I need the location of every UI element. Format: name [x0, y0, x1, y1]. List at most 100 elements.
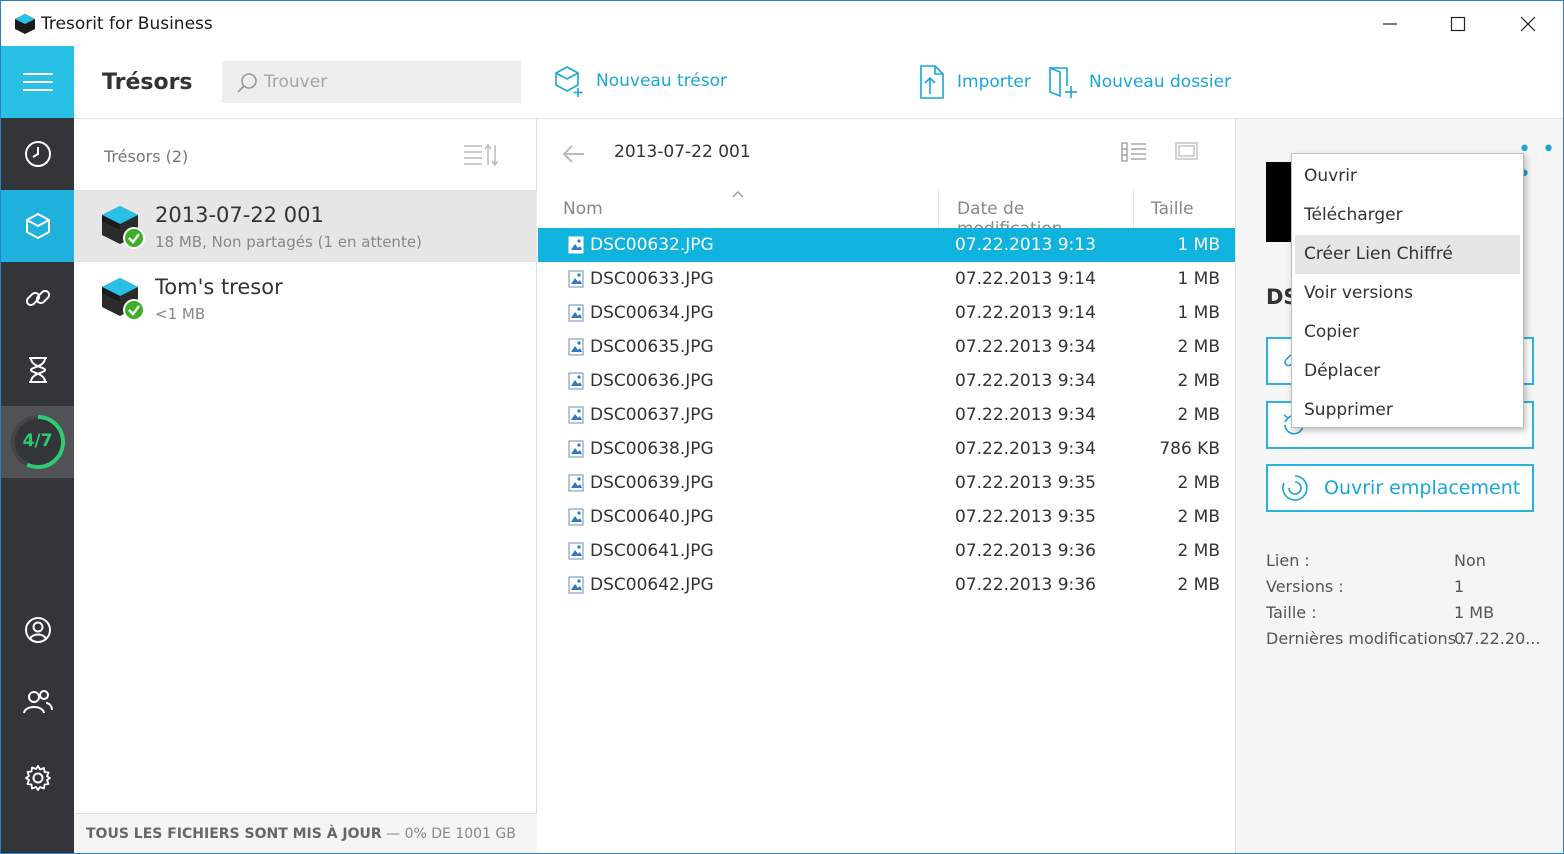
current-path: 2013-07-22 001: [614, 142, 751, 162]
sort-icon[interactable]: [464, 143, 498, 167]
image-file-icon: [568, 542, 584, 560]
file-date: 07.22.2013 9:34: [955, 371, 1096, 391]
sync-progress[interactable]: 4/7: [1, 406, 74, 478]
image-file-icon: [568, 338, 584, 356]
sidebar-item-vaults[interactable]: [1, 190, 74, 262]
meta-key: Lien :: [1266, 551, 1310, 570]
open-location-button[interactable]: Ouvrir emplacement: [1266, 464, 1534, 512]
sidebar-item-links[interactable]: [1, 262, 74, 334]
gear-icon: [24, 765, 51, 791]
vault-name: Tom's tresor: [155, 275, 283, 299]
menu-item-copy[interactable]: Copier: [1295, 313, 1520, 352]
table-row[interactable]: DSC00633.JPG 07.22.2013 9:14 1 MB: [538, 262, 1235, 296]
sidebar-item-users[interactable]: [1, 666, 74, 738]
close-window-button[interactable]: [1493, 1, 1563, 46]
table-row[interactable]: DSC00636.JPG 07.22.2013 9:34 2 MB: [538, 364, 1235, 398]
list-view-icon[interactable]: [1121, 141, 1147, 163]
image-file-icon: [568, 406, 584, 424]
hamburger-menu-button[interactable]: [1, 46, 74, 118]
file-date: 07.22.2013 9:14: [955, 303, 1096, 323]
sidebar-item-pending[interactable]: [1, 334, 74, 406]
file-name: DSC00641.JPG: [590, 541, 714, 561]
file-date: 07.22.2013 9:34: [955, 405, 1096, 425]
maximize-icon: [1450, 16, 1466, 31]
column-header-size[interactable]: Taille: [1133, 189, 1225, 229]
file-panel: 2013-07-22 001 Nom Date de modification …: [538, 119, 1235, 853]
back-arrow-icon[interactable]: [562, 144, 586, 164]
search-box[interactable]: [222, 61, 521, 103]
file-name: DSC00635.JPG: [590, 337, 714, 357]
table-row[interactable]: DSC00637.JPG 07.22.2013 9:34 2 MB: [538, 398, 1235, 432]
vault-panel: Trésors (2) 2013-07-22 001 18 MB, Non pa…: [74, 119, 537, 853]
table-row[interactable]: DSC00634.JPG 07.22.2013 9:14 1 MB: [538, 296, 1235, 330]
meta-value: 07.22.20...: [1454, 629, 1541, 648]
file-date: 07.22.2013 9:14: [955, 269, 1096, 289]
vault-subtitle: <1 MB: [155, 305, 206, 323]
menu-item-create-encrypted-link[interactable]: Créer Lien Chiffré: [1295, 235, 1520, 274]
tresorit-logo-icon: [15, 14, 35, 34]
users-icon: [22, 690, 53, 714]
maximize-button[interactable]: [1423, 1, 1493, 46]
meta-key: Versions :: [1266, 577, 1344, 596]
file-name: DSC00642.JPG: [590, 575, 714, 595]
table-row[interactable]: DSC00642.JPG 07.22.2013 9:36 2 MB: [538, 568, 1235, 602]
import-icon: [920, 65, 944, 99]
link-icon: [25, 289, 50, 307]
minimize-button[interactable]: [1355, 1, 1425, 46]
menu-item-move[interactable]: Déplacer: [1295, 352, 1520, 391]
file-name: DSC00640.JPG: [590, 507, 714, 527]
table-row[interactable]: DSC00640.JPG 07.22.2013 9:35 2 MB: [538, 500, 1235, 534]
cube-icon: [25, 212, 50, 240]
open-location-label: Ouvrir emplacement: [1324, 477, 1521, 499]
import-label: Importer: [957, 72, 1031, 92]
table-row[interactable]: DSC00632.JPG 07.22.2013 9:13 1 MB: [538, 228, 1235, 262]
vault-item[interactable]: 2013-07-22 001 18 MB, Non partagés (1 en…: [74, 190, 537, 262]
user-icon: [24, 617, 51, 643]
menu-item-download[interactable]: Télécharger: [1295, 196, 1520, 235]
search-input[interactable]: [264, 61, 504, 103]
table-row[interactable]: DSC00641.JPG 07.22.2013 9:36 2 MB: [538, 534, 1235, 568]
vault-name: 2013-07-22 001: [155, 203, 324, 227]
new-folder-button[interactable]: Nouveau dossier: [1047, 64, 1231, 100]
file-size: 2 MB: [1177, 575, 1220, 595]
sidebar-item-recent[interactable]: [1, 118, 74, 190]
file-size: 786 KB: [1159, 439, 1220, 459]
file-table-body: DSC00632.JPG 07.22.2013 9:13 1 MB DSC00633.…: [538, 228, 1235, 602]
file-name: DSC00638.JPG: [590, 439, 714, 459]
file-name: DSC00639.JPG: [590, 473, 714, 493]
new-vault-icon: [555, 66, 583, 97]
menu-item-view-versions[interactable]: Voir versions: [1295, 274, 1520, 313]
hourglass-icon: [28, 357, 47, 383]
new-vault-button[interactable]: Nouveau trésor: [552, 64, 727, 98]
more-options-button[interactable]: • • •: [1518, 137, 1563, 187]
image-file-icon: [568, 440, 584, 458]
table-row[interactable]: DSC00639.JPG 07.22.2013 9:35 2 MB: [538, 466, 1235, 500]
table-row[interactable]: DSC00638.JPG 07.22.2013 9:34 786 KB: [538, 432, 1235, 466]
menu-item-delete[interactable]: Supprimer: [1295, 391, 1520, 430]
menu-item-open[interactable]: Ouvrir: [1295, 157, 1520, 196]
file-date: 07.22.2013 9:35: [955, 507, 1096, 527]
vault-item[interactable]: Tom's tresor <1 MB: [74, 262, 537, 334]
file-name: DSC00632.JPG: [590, 235, 714, 255]
close-icon: [1520, 16, 1536, 31]
title-bar: Tresorit for Business: [1, 1, 1563, 46]
file-name: DSC00636.JPG: [590, 371, 714, 391]
image-file-icon: [568, 576, 584, 594]
import-button[interactable]: Importer: [917, 64, 1031, 100]
file-metadata: Lien : Non Versions : 1 Taille : 1 MB Derni…: [1266, 551, 1556, 655]
sidebar-item-settings[interactable]: [1, 742, 74, 814]
sidebar-item-account[interactable]: [1, 594, 74, 666]
column-header-name[interactable]: Nom: [563, 189, 603, 229]
meta-value: Non: [1454, 551, 1486, 570]
column-header-date[interactable]: Date de modification: [938, 189, 1133, 239]
progress-label: 4/7: [22, 431, 53, 451]
meta-key: Taille :: [1266, 603, 1317, 622]
main-toolbar: Trésors Nouveau trésor Importer Nouveau …: [74, 46, 1563, 119]
meta-row: Lien : Non: [1266, 551, 1556, 577]
table-row[interactable]: DSC00635.JPG 07.22.2013 9:34 2 MB: [538, 330, 1235, 364]
file-name: DSC00634.JPG: [590, 303, 714, 323]
vault-synced-icon: [102, 206, 145, 249]
file-size: 1 MB: [1177, 303, 1220, 323]
preview-view-icon[interactable]: [1175, 141, 1199, 161]
file-date: 07.22.2013 9:35: [955, 473, 1096, 493]
